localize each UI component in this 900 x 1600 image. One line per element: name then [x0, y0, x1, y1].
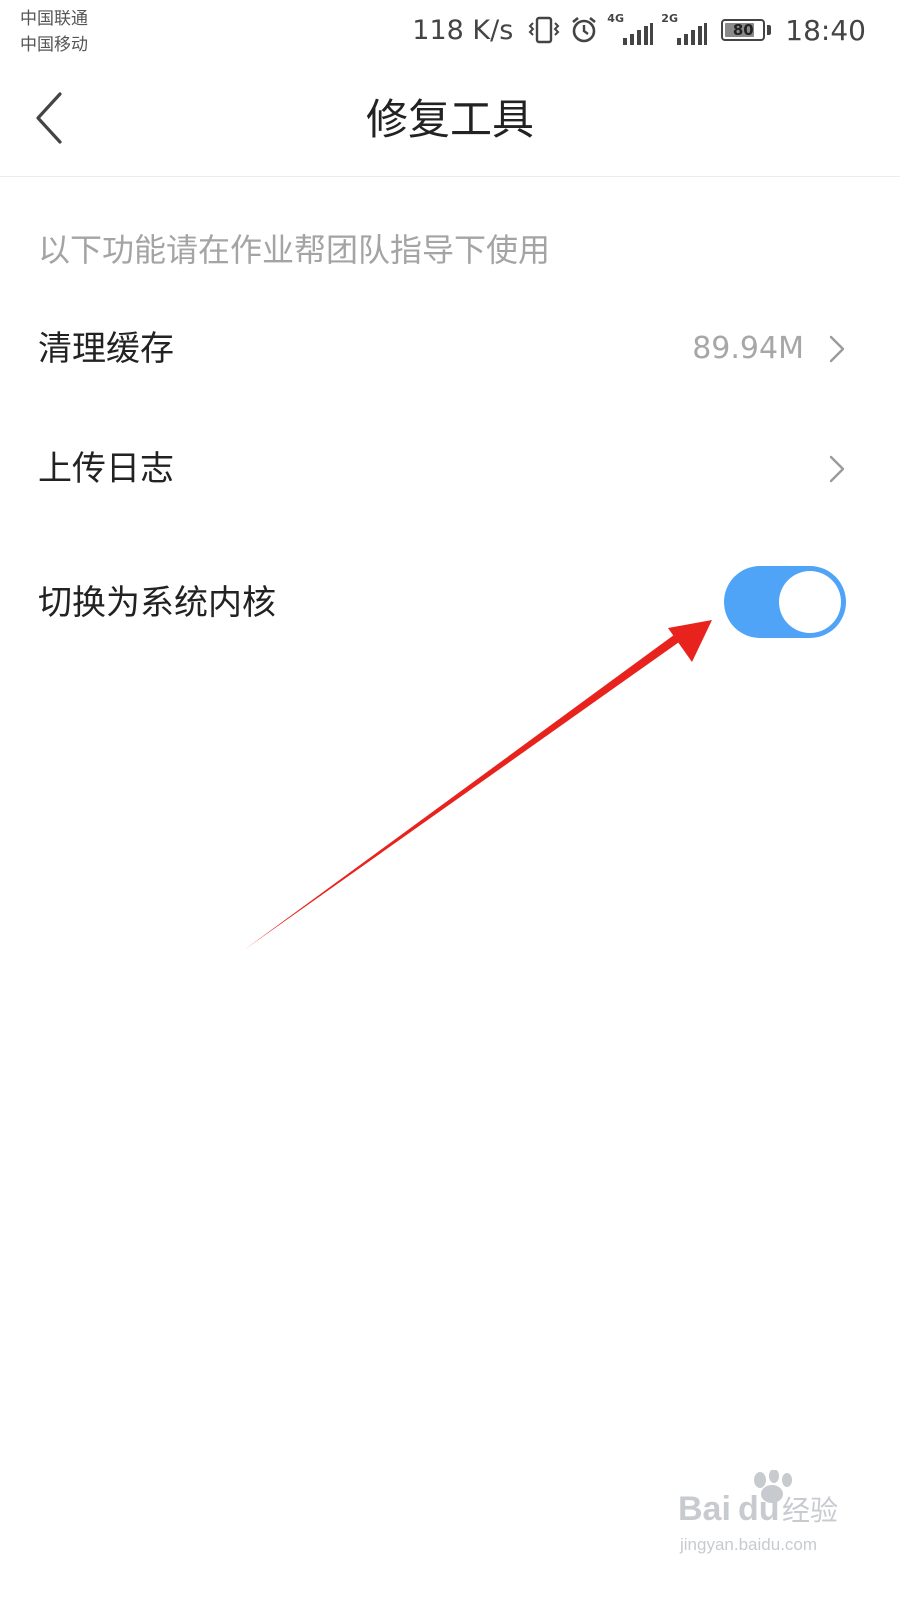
signal-4g-icon: 4G	[607, 12, 654, 47]
nav-bar: 修复工具	[0, 64, 900, 177]
page-title: 修复工具	[365, 95, 534, 144]
baidu-watermark-logo: Bai du 经验 jingyan.baidu.com	[678, 1470, 838, 1554]
net-speed: 118 K/s	[412, 14, 514, 46]
clear-cache-row[interactable]: 清理缓存 89.94M	[0, 318, 900, 380]
toggle-knob	[779, 571, 841, 633]
vibrate-icon	[527, 15, 561, 45]
chevron-right-icon	[829, 335, 845, 363]
carrier-info: 中国联通 中国移动	[20, 6, 88, 58]
battery-icon: 80	[721, 19, 766, 41]
status-icons: 118 K/s 4G 2G 80 18:40	[412, 10, 866, 50]
battery-cap	[767, 25, 772, 35]
signal-2g-tag: 2G	[661, 12, 678, 25]
system-kernel-label: 切换为系统内核	[38, 583, 276, 623]
section-hint: 以下功能请在作业帮团队指导下使用	[38, 231, 551, 269]
system-kernel-toggle[interactable]	[724, 566, 846, 638]
chevron-right-icon	[829, 455, 845, 483]
alarm-icon	[569, 15, 599, 45]
svg-text:经验: 经验	[782, 1494, 838, 1527]
svg-text:jingyan.baidu.com: jingyan.baidu.com	[679, 1535, 817, 1554]
battery-level: 80	[732, 21, 754, 39]
status-bar: 中国联通 中国移动 118 K/s 4G 2G 80 18:40	[0, 0, 900, 64]
cache-size-value: 89.94M	[692, 331, 804, 366]
signal-2g-icon: 2G	[661, 12, 708, 47]
upload-log-label: 上传日志	[38, 449, 174, 489]
upload-log-row[interactable]: 上传日志	[0, 438, 900, 500]
carrier-1: 中国联通	[20, 9, 88, 29]
clock: 18:40	[785, 13, 866, 47]
carrier-2: 中国移动	[20, 35, 88, 55]
svg-text:Bai: Bai	[678, 1490, 731, 1528]
clear-cache-label: 清理缓存	[38, 329, 174, 369]
signal-4g-tag: 4G	[607, 12, 624, 25]
svg-text:du: du	[738, 1490, 780, 1528]
